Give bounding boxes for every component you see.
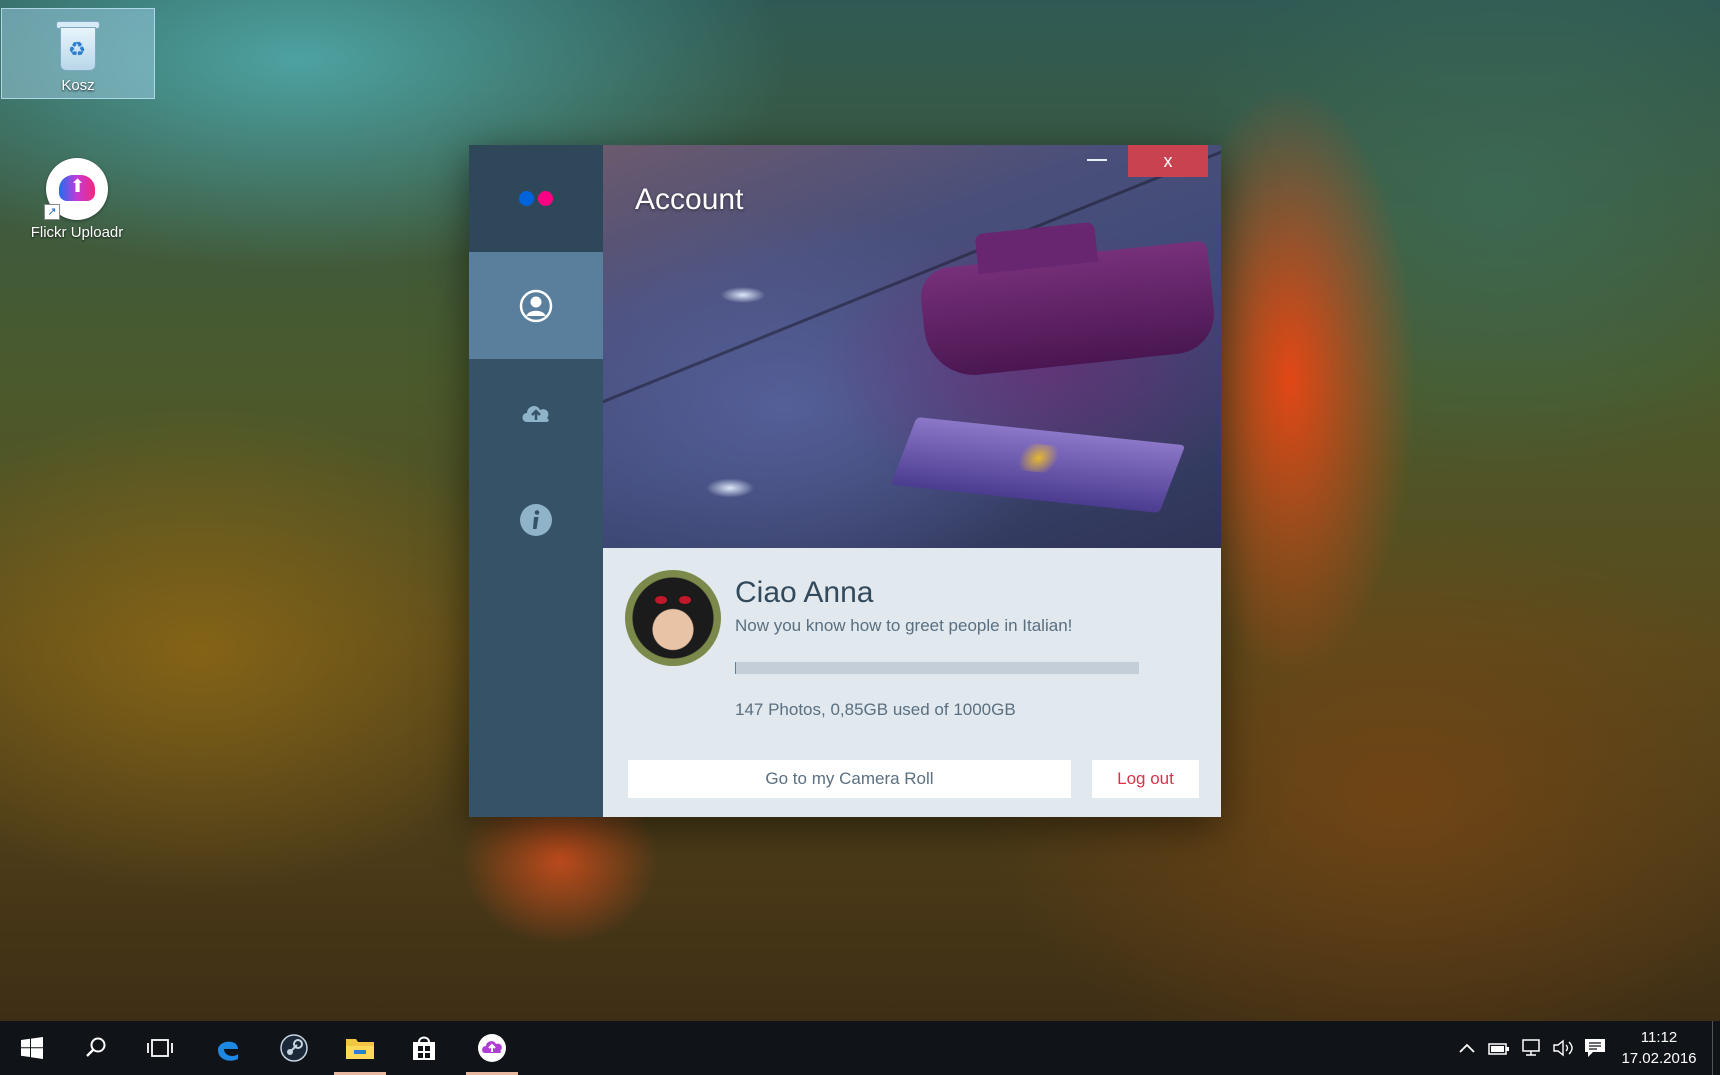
tray-network[interactable] xyxy=(1515,1021,1547,1075)
recycle-bin-icon: ♻ xyxy=(54,17,102,73)
file-explorer-icon xyxy=(346,1039,374,1059)
taskbar-flickr-uploadr[interactable] xyxy=(460,1021,524,1075)
clock-date: 17.02.2016 xyxy=(1621,1050,1697,1067)
taskbar-clock[interactable]: 11:12 17.02.2016 xyxy=(1614,1027,1704,1069)
header-image-tile xyxy=(890,417,1186,513)
tray-volume[interactable] xyxy=(1547,1021,1579,1075)
greeting-subtitle: Now you know how to greet people in Ital… xyxy=(735,616,1073,635)
header-image-ship xyxy=(918,240,1218,380)
edge-icon xyxy=(218,1041,238,1061)
clock-time: 11:12 xyxy=(1640,1029,1678,1046)
desktop-icon-flickr-uploadr[interactable]: ⬆ ↗ Flickr Uploadr xyxy=(0,152,154,242)
shortcut-arrow-icon: ↗ xyxy=(44,204,60,220)
flickr-logo-pink-dot xyxy=(538,191,553,206)
steam-icon xyxy=(280,1034,308,1062)
flickr-uploadr-window: Account x Ciao Anna Now you know how to … xyxy=(469,145,1221,817)
nav-item-upload[interactable] xyxy=(469,359,603,466)
start-button[interactable] xyxy=(0,1021,64,1075)
app-sidebar xyxy=(469,145,603,817)
desktop-icon-label: Kosz xyxy=(61,77,95,94)
task-view-button[interactable] xyxy=(128,1021,192,1075)
profile-panel: Ciao Anna Now you know how to greet peop… xyxy=(603,548,1221,817)
taskbar-file-explorer[interactable] xyxy=(328,1021,392,1075)
greeting: Ciao Anna xyxy=(735,576,874,609)
flickr-logo-blue-dot xyxy=(519,191,534,206)
action-center-icon xyxy=(1585,1039,1605,1057)
cloud-upload-icon xyxy=(522,405,549,422)
camera-roll-button[interactable]: Go to my Camera Roll xyxy=(628,760,1071,798)
flickr-logo xyxy=(469,145,603,252)
desktop-icon-label: Flickr Uploadr xyxy=(30,224,124,241)
search-icon xyxy=(86,1037,106,1057)
close-button[interactable]: x xyxy=(1128,145,1208,177)
tray-battery[interactable] xyxy=(1483,1021,1515,1075)
volume-icon xyxy=(1553,1039,1573,1057)
user-circle-icon xyxy=(519,289,553,322)
logout-button[interactable]: Log out xyxy=(1092,760,1199,798)
avatar xyxy=(625,570,721,666)
taskbar-store[interactable] xyxy=(392,1021,456,1075)
tray-overflow-button[interactable] xyxy=(1451,1021,1483,1075)
info-icon xyxy=(520,503,552,536)
network-icon xyxy=(1522,1039,1540,1056)
account-header-image: Account x xyxy=(603,145,1221,548)
show-desktop-button[interactable] xyxy=(1712,1021,1713,1075)
minimize-button[interactable] xyxy=(1073,145,1121,177)
storage-progress-bar xyxy=(735,662,1139,674)
start-icon xyxy=(21,1037,43,1059)
chevron-up-icon xyxy=(1459,1043,1475,1053)
taskbar-steam[interactable] xyxy=(262,1021,326,1075)
minimize-icon xyxy=(1087,158,1107,161)
storage-stats: 147 Photos, 0,85GB used of 1000GB xyxy=(735,700,1016,719)
search-button[interactable] xyxy=(64,1021,128,1075)
tray-action-center[interactable] xyxy=(1579,1021,1611,1075)
taskbar: 11:12 17.02.2016 xyxy=(0,1021,1720,1075)
battery-icon xyxy=(1488,1043,1509,1055)
flickr-uploadr-icon xyxy=(478,1034,506,1062)
nav-item-account[interactable] xyxy=(469,252,603,359)
app-main: Account x Ciao Anna Now you know how to … xyxy=(603,145,1221,817)
desktop-icon-recycle-bin[interactable]: ♻ Kosz xyxy=(1,8,155,99)
taskbar-edge[interactable] xyxy=(196,1021,260,1075)
store-icon xyxy=(413,1036,435,1060)
task-view-icon xyxy=(147,1039,173,1057)
page-title: Account xyxy=(635,183,744,216)
nav-item-info[interactable] xyxy=(469,466,603,573)
